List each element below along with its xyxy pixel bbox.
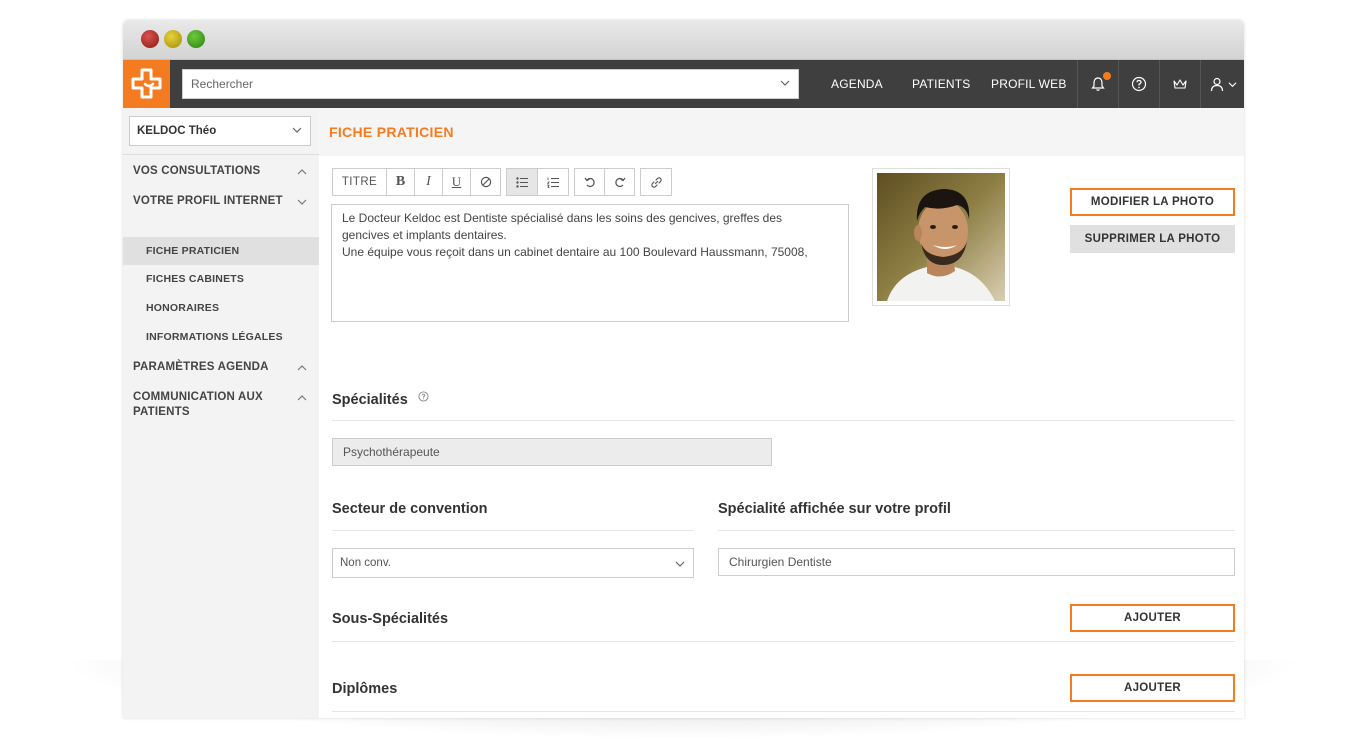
practitioner-select[interactable]: KELDOC Théo xyxy=(129,116,311,146)
italic-button[interactable]: I xyxy=(414,168,443,196)
chevron-up-icon xyxy=(297,365,307,371)
notification-badge xyxy=(1103,72,1111,80)
help-button[interactable] xyxy=(1118,60,1159,108)
insert-link-button[interactable] xyxy=(640,168,672,196)
nav-profil-web[interactable]: PROFIL WEB xyxy=(991,60,1067,108)
editor-toolbar: TITRE B I U xyxy=(332,168,672,196)
sidebar-section-label: COMMUNICATION AUX xyxy=(133,391,263,403)
sidebar-section-label: PARAMÈTRES AGENDA xyxy=(133,361,269,373)
secteur-title: Secteur de convention xyxy=(332,501,488,517)
modify-photo-button[interactable]: MODIFIER LA PHOTO xyxy=(1070,188,1235,216)
diplomes-title: Diplômes xyxy=(332,681,398,697)
chevron-down-icon[interactable] xyxy=(780,78,790,88)
description-line: Le Docteur Keldoc est Dentiste spécialis… xyxy=(342,211,783,225)
sidebar-item-fiches-cabinets[interactable]: FICHES CABINETS xyxy=(123,265,319,293)
help-icon[interactable] xyxy=(418,391,429,402)
practitioner-name: KELDOC Théo xyxy=(137,125,217,137)
redo-button[interactable] xyxy=(604,168,635,196)
description-line: Une équipe vous reçoit dans un cabinet d… xyxy=(342,245,808,259)
secteur-value: Non conv. xyxy=(340,557,391,569)
help-icon xyxy=(1131,76,1147,92)
page-header: FICHE PRATICIEN xyxy=(319,108,1244,156)
chevron-down-icon xyxy=(1228,81,1236,87)
search-box[interactable] xyxy=(182,69,799,99)
add-diplome-button[interactable]: AJOUTER xyxy=(1070,674,1235,702)
top-navbar: AGENDA PATIENTS PROFIL WEB xyxy=(123,60,1244,108)
nav-agenda[interactable]: AGENDA xyxy=(831,60,883,108)
heading-button[interactable]: TITRE xyxy=(332,168,387,196)
section-divider xyxy=(332,530,694,531)
window-titlebar xyxy=(123,20,1244,60)
sidebar-item-informations-legales[interactable]: INFORMATIONS LÉGALES xyxy=(123,323,319,351)
sidebar-section-label: PATIENTS xyxy=(133,406,190,418)
undo-icon xyxy=(583,177,595,188)
profile-photo xyxy=(877,173,1005,301)
description-editor[interactable]: Le Docteur Keldoc est Dentiste spécialis… xyxy=(331,204,849,322)
secteur-select[interactable]: Non conv. xyxy=(332,548,694,578)
numbered-list-button[interactable] xyxy=(537,168,569,196)
maximize-window-button[interactable] xyxy=(187,30,205,48)
bullet-list-icon xyxy=(515,176,528,188)
numbered-list-icon xyxy=(546,177,559,188)
add-sous-specialite-button[interactable]: AJOUTER xyxy=(1070,604,1235,632)
chevron-down-icon xyxy=(675,561,685,567)
specialites-title: Spécialités xyxy=(332,391,429,408)
sidebar-divider xyxy=(123,154,319,155)
specialite-affichee-field[interactable]: Chirurgien Dentiste xyxy=(718,548,1235,576)
search-input[interactable] xyxy=(183,70,753,98)
sidebar-section-label: VOS CONSULTATIONS xyxy=(133,165,261,177)
notifications-button[interactable] xyxy=(1077,60,1118,108)
logo-icon xyxy=(131,68,162,99)
premium-button[interactable] xyxy=(1159,60,1200,108)
bold-button[interactable]: B xyxy=(386,168,415,196)
sidebar-item-honoraires[interactable]: HONORAIRES xyxy=(123,294,319,322)
profile-photo-frame xyxy=(872,168,1010,306)
chevron-up-icon xyxy=(297,395,307,401)
sidebar-section-label: VOTRE PROFIL INTERNET xyxy=(133,195,283,207)
undo-button[interactable] xyxy=(574,168,605,196)
redo-icon xyxy=(614,177,626,188)
section-divider xyxy=(718,530,1235,531)
underline-button[interactable]: U xyxy=(442,168,471,196)
section-divider xyxy=(332,641,1235,642)
sidebar-section-parametres-agenda[interactable]: PARAMÈTRES AGENDA xyxy=(133,360,309,375)
clear-format-button[interactable] xyxy=(470,168,501,196)
sidebar-section-profil-internet[interactable]: VOTRE PROFIL INTERNET xyxy=(133,194,309,209)
clear-format-icon xyxy=(480,176,491,188)
delete-photo-button[interactable]: SUPPRIMER LA PHOTO xyxy=(1070,225,1235,253)
user-menu-button[interactable] xyxy=(1200,60,1244,108)
description-line: gencives et implants dentaires. xyxy=(342,228,507,242)
sidebar: KELDOC Théo VOS CONSULTATIONS VOTRE PROF… xyxy=(123,108,319,718)
sidebar-section-communication[interactable]: COMMUNICATION AUX PATIENTS xyxy=(133,390,309,420)
app-window: AGENDA PATIENTS PROFIL WEB xyxy=(123,20,1244,718)
minimize-window-button[interactable] xyxy=(164,30,182,48)
user-icon xyxy=(1210,77,1223,92)
bullet-list-button[interactable] xyxy=(506,168,538,196)
specialite-affichee-title: Spécialité affichée sur votre profil xyxy=(718,501,951,517)
sidebar-section-consultations[interactable]: VOS CONSULTATIONS xyxy=(133,164,309,179)
main-content: FICHE PRATICIEN TITRE B I U Le Docteur K… xyxy=(319,108,1244,718)
close-window-button[interactable] xyxy=(141,30,159,48)
keldoc-logo[interactable] xyxy=(123,60,170,108)
page-title: FICHE PRATICIEN xyxy=(329,124,454,140)
nav-patients[interactable]: PATIENTS xyxy=(912,60,971,108)
sidebar-item-fiche-praticien[interactable]: FICHE PRATICIEN xyxy=(123,237,319,265)
section-divider xyxy=(332,711,1235,712)
portrait-image xyxy=(877,173,1005,301)
chevron-up-icon xyxy=(297,169,307,175)
sous-specialites-title: Sous-Spécialités xyxy=(332,611,449,627)
specialites-label: Spécialités xyxy=(332,392,408,408)
section-divider xyxy=(332,420,1235,421)
link-icon xyxy=(650,176,662,188)
crown-icon xyxy=(1173,79,1187,89)
specialites-field: Psychothérapeute xyxy=(332,438,772,466)
chevron-down-icon xyxy=(292,127,302,133)
chevron-down-icon xyxy=(297,199,307,205)
